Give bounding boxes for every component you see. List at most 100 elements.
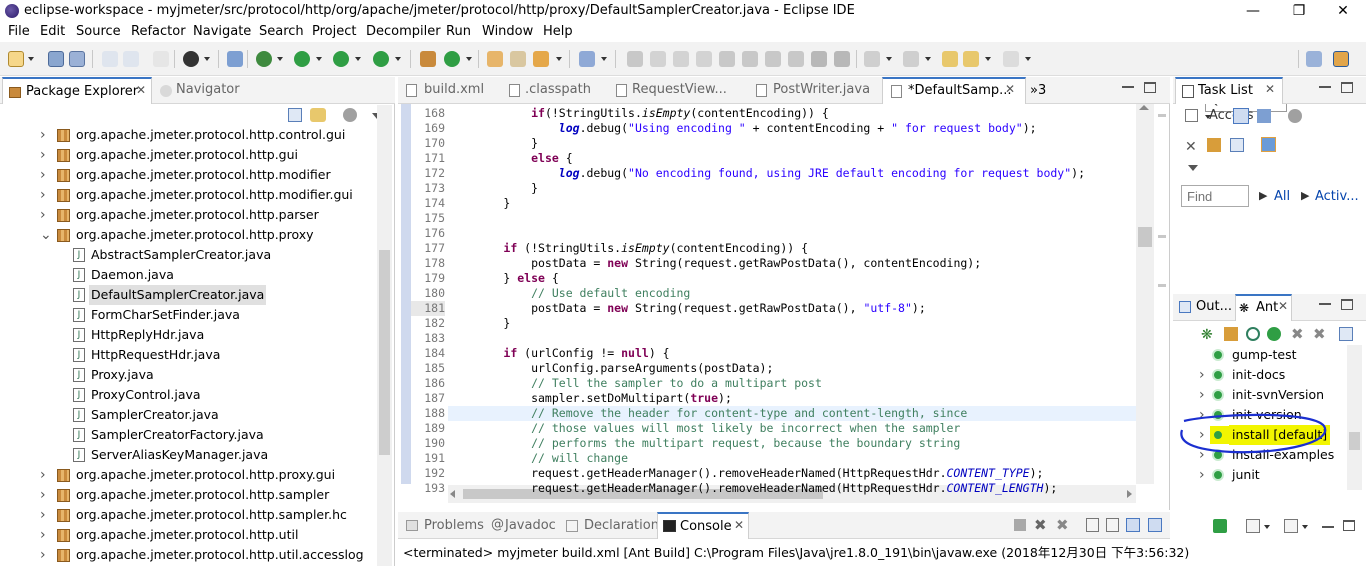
link-icon[interactable]: [765, 51, 781, 67]
show-on-stdout-icon[interactable]: [1126, 518, 1140, 532]
console-maximize-icon[interactable]: [1343, 520, 1355, 531]
menu-refactor[interactable]: Refactor: [131, 24, 186, 39]
display-console-dropdown-icon[interactable]: [1264, 525, 1270, 529]
focus-task-icon[interactable]: [1288, 109, 1302, 123]
new-task-icon[interactable]: [1185, 109, 1198, 122]
close-icon[interactable]: ✕: [1005, 82, 1015, 96]
code-line[interactable]: }: [448, 136, 538, 151]
collapse-all-icon[interactable]: [288, 108, 302, 122]
java-file-node[interactable]: J DefaultSamplerCreator.java: [0, 285, 375, 305]
categorized-icon[interactable]: [1233, 108, 1249, 124]
remove-all-buildfiles-icon[interactable]: ✖: [1313, 325, 1326, 343]
code-line[interactable]: log.debug("Using encoding " + contentEnc…: [448, 121, 1037, 136]
code-line[interactable]: // those values will most likely be inco…: [448, 421, 960, 436]
java-file-node[interactable]: J Proxy.java: [0, 365, 375, 385]
maximize-button[interactable]: ❐: [1276, 0, 1322, 22]
coverage-icon[interactable]: [333, 51, 349, 67]
package-node[interactable]: › org.apache.jmeter.protocol.http.gui: [0, 145, 375, 165]
code-line[interactable]: else {: [448, 151, 573, 166]
ant-target-item[interactable]: › init-docs: [1173, 365, 1345, 385]
java-file-node[interactable]: J AbstractSamplerCreator.java: [0, 245, 375, 265]
code-line[interactable]: // Remove the header for content-type an…: [448, 406, 967, 421]
tab-build-xml[interactable]: build.xml: [400, 77, 496, 104]
package-node[interactable]: › org.apache.jmeter.protocol.http.sampler: [0, 485, 375, 505]
code-line[interactable]: }: [448, 316, 510, 331]
tab-navigator[interactable]: Navigator: [156, 77, 246, 104]
back-icon[interactable]: [153, 51, 169, 67]
collapsed-icon[interactable]: ›: [40, 465, 50, 485]
java-file-node[interactable]: J HttpReplyHdr.java: [0, 325, 375, 345]
scroll-up-icon[interactable]: [1139, 105, 1149, 110]
back-navigation-icon[interactable]: [963, 51, 979, 67]
remove-launch-icon[interactable]: ✖: [1034, 516, 1047, 534]
show-on-stderr-icon[interactable]: [1148, 518, 1162, 532]
tab-postwriter[interactable]: PostWriter.java: [738, 77, 874, 104]
expanded-icon[interactable]: ⌄: [40, 225, 52, 245]
ant-scroll-thumb[interactable]: [1349, 432, 1360, 450]
tab-outline[interactable]: Out...: [1175, 294, 1235, 321]
package-node[interactable]: › org.apache.jmeter.protocol.http.util: [0, 525, 375, 545]
scroll-right-icon[interactable]: [1127, 490, 1132, 498]
debug-icon[interactable]: [256, 51, 272, 67]
new-java-class-icon[interactable]: [444, 51, 460, 67]
collapsed-icon[interactable]: ›: [1199, 385, 1209, 405]
new-dropdown-icon[interactable]: [28, 57, 34, 61]
code-line[interactable]: postData = new String(request.getRawPost…: [448, 256, 981, 271]
more-tabs-button[interactable]: »3: [1030, 77, 1060, 104]
tab-declaration[interactable]: Declaration: [566, 512, 659, 539]
synchronize-icon[interactable]: [1261, 137, 1276, 152]
package-node[interactable]: › org.apache.jmeter.protocol.http.modifie…: [0, 185, 375, 205]
coverage-dropdown-icon[interactable]: [355, 57, 361, 61]
open-console-dropdown-icon[interactable]: [1302, 525, 1308, 529]
pin-console-icon[interactable]: [1213, 519, 1227, 533]
close-icon[interactable]: ✕: [136, 83, 146, 97]
undo-icon[interactable]: [102, 51, 118, 67]
last-edit-location-icon[interactable]: [942, 51, 958, 67]
tab-package-explorer[interactable]: Package Explorer ✕: [2, 77, 152, 104]
add-buildfile-icon[interactable]: ❋: [1201, 327, 1213, 343]
new-class-dropdown-icon[interactable]: [466, 57, 472, 61]
toggle-word-wrap-icon[interactable]: [650, 51, 666, 67]
find-task-input[interactable]: [1181, 185, 1249, 207]
tab-console[interactable]: Console ✕: [657, 512, 749, 539]
collapsed-icon[interactable]: ›: [1199, 465, 1209, 485]
annotation-dropdown-icon[interactable]: [601, 57, 607, 61]
ant-scrollbar[interactable]: [1347, 345, 1362, 490]
scroll-lock-icon[interactable]: [1106, 518, 1119, 532]
collapsed-icon[interactable]: ›: [40, 185, 50, 205]
collapse-all-ant-icon[interactable]: [1339, 327, 1353, 341]
skip-breakpoints-icon[interactable]: [227, 51, 243, 67]
tab-problems[interactable]: Problems: [400, 512, 486, 539]
view-menu-icon[interactable]: [1188, 165, 1198, 171]
minimize-button[interactable]: —: [1230, 0, 1276, 22]
collapsed-icon[interactable]: ›: [40, 165, 50, 185]
search-dropdown-icon[interactable]: [556, 57, 562, 61]
search-icon[interactable]: [533, 51, 549, 67]
previous-annotation-icon[interactable]: [903, 51, 919, 67]
maximize-icon[interactable]: [1144, 82, 1156, 93]
code-line[interactable]: // Tell the sampler to do a multipart po…: [448, 376, 822, 391]
code-line[interactable]: request.getHeaderManager().removeHeaderN…: [448, 481, 1057, 496]
close-icon[interactable]: ✕: [1278, 299, 1288, 313]
tab-requestview[interactable]: RequestView...: [610, 77, 732, 104]
menu-run[interactable]: Run: [446, 24, 471, 39]
collapsed-icon[interactable]: ›: [40, 145, 50, 165]
profile-dropdown-icon[interactable]: [204, 57, 210, 61]
add-buildfile-search-icon[interactable]: [1224, 327, 1238, 341]
package-node[interactable]: › org.apache.jmeter.protocol.http.sampler…: [0, 505, 375, 525]
editor-vertical-scrollbar[interactable]: [1136, 104, 1154, 484]
code-line[interactable]: }: [448, 181, 538, 196]
toggle-block-selection-icon[interactable]: [673, 51, 689, 67]
activate-link[interactable]: Activ...: [1315, 189, 1359, 204]
terminate-icon[interactable]: [1014, 519, 1026, 531]
code-line[interactable]: urlConfig.parseArguments(postData);: [448, 361, 773, 376]
all-link[interactable]: All: [1274, 189, 1290, 204]
package-node[interactable]: › org.apache.jmeter.protocol.http.parser: [0, 205, 375, 225]
profile-icon[interactable]: [183, 51, 199, 67]
save-all-icon[interactable]: [69, 51, 85, 67]
code-line[interactable]: request.getHeaderManager().removeHeaderN…: [448, 466, 1043, 481]
ant-target-item[interactable]: › junit: [1173, 465, 1345, 485]
forward-navigation-icon[interactable]: [1003, 51, 1019, 67]
filter-icon[interactable]: [1207, 138, 1221, 152]
new-java-package-icon[interactable]: [420, 51, 436, 67]
